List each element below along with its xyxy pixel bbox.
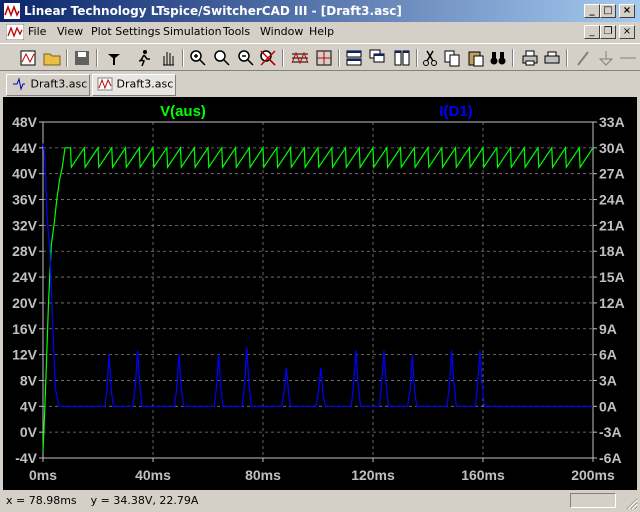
label-pen-icon[interactable] bbox=[574, 48, 594, 68]
tab-waveform[interactable]: Draft3.asc bbox=[92, 74, 176, 96]
mdi-close-button[interactable]: × bbox=[619, 25, 635, 39]
menu-simulation[interactable]: Simulation bbox=[163, 25, 222, 38]
close-button[interactable]: × bbox=[619, 4, 635, 18]
paste-icon[interactable] bbox=[466, 48, 486, 68]
open-folder-icon[interactable] bbox=[42, 48, 62, 68]
y-left-tick-label: 20V bbox=[12, 295, 38, 311]
x-tick-label: 200ms bbox=[571, 467, 615, 483]
print-icon[interactable] bbox=[520, 48, 540, 68]
legend-label: I(D1) bbox=[439, 103, 472, 120]
mdi-minimize-button[interactable]: _ bbox=[584, 25, 600, 39]
plot-frame bbox=[42, 121, 594, 459]
x-tick-label: 40ms bbox=[135, 467, 171, 483]
cut-icon[interactable] bbox=[420, 48, 440, 68]
document-tabs: Draft3.asc Draft3.asc bbox=[0, 72, 640, 96]
more-tools-icon[interactable] bbox=[618, 48, 638, 68]
toolbar bbox=[0, 43, 640, 71]
series-line-id1 bbox=[42, 143, 593, 407]
legend-label: V(aus) bbox=[160, 103, 206, 120]
title-bar: Linear Technology LTspice/SwitcherCAD II… bbox=[0, 0, 640, 22]
x-tick-label: 80ms bbox=[245, 467, 281, 483]
find-binoculars-icon[interactable] bbox=[488, 48, 508, 68]
menu-view[interactable]: View bbox=[57, 25, 83, 38]
cursor-readout: x = 78.98ms y = 34.38V, 22.79A bbox=[6, 494, 199, 507]
grid-icon[interactable] bbox=[314, 48, 334, 68]
menu-bar: File View Plot Settings Simulation Tools… bbox=[0, 22, 640, 42]
tab-waveform-label: Draft3.asc bbox=[116, 77, 174, 91]
zoom-out-icon[interactable] bbox=[236, 48, 256, 68]
y-left-tick-label: 8V bbox=[20, 372, 38, 388]
pan-hand-icon[interactable] bbox=[158, 48, 178, 68]
y-right-tick-label: 15A bbox=[599, 269, 625, 285]
save-icon[interactable] bbox=[72, 48, 92, 68]
y-right-tick-label: 21A bbox=[599, 217, 625, 233]
y-left-tick-label: 44V bbox=[12, 140, 38, 156]
x-tick-label: 0ms bbox=[29, 467, 57, 483]
ltspice-app-icon[interactable] bbox=[4, 3, 20, 19]
autorange-icon[interactable] bbox=[290, 48, 310, 68]
tab-schematic-label: Draft3.asc bbox=[30, 77, 88, 91]
tile-vertical-icon[interactable] bbox=[392, 48, 412, 68]
y-right-tick-label: 33A bbox=[599, 114, 625, 130]
y-right-tick-label: 27A bbox=[599, 166, 625, 182]
mdi-restore-button[interactable]: ❐ bbox=[600, 25, 616, 39]
y-right-tick-label: 3A bbox=[599, 372, 617, 388]
waveform-icon bbox=[97, 77, 113, 91]
zoom-in-icon[interactable] bbox=[188, 48, 208, 68]
waveform-plot[interactable]: 48V 44V 40V 36V 32V 28V 24V 20V 16V 12V 8V 4V 0V -4V 3… bbox=[3, 97, 637, 490]
y-right-tick-label: -3A bbox=[599, 424, 622, 440]
y-left-tick-label: 28V bbox=[12, 243, 38, 259]
x-tick-label: 120ms bbox=[351, 467, 395, 483]
menu-tools[interactable]: Tools bbox=[223, 25, 250, 38]
status-panel bbox=[570, 493, 616, 508]
y-left-tick-label: 24V bbox=[12, 269, 38, 285]
y-left-tick-label: -4V bbox=[15, 450, 37, 466]
y-right-tick-label: 6A bbox=[599, 347, 617, 363]
menu-window[interactable]: Window bbox=[260, 25, 303, 38]
maximize-button[interactable]: □ bbox=[600, 4, 616, 18]
schematic-icon bbox=[13, 77, 25, 91]
menu-file[interactable]: File bbox=[28, 25, 46, 38]
minimize-button[interactable]: _ bbox=[584, 4, 600, 18]
run-icon[interactable] bbox=[134, 48, 154, 68]
window-title: Linear Technology LTspice/SwitcherCAD II… bbox=[24, 4, 402, 18]
y-left-tick-label: 16V bbox=[12, 321, 38, 337]
y-right-tick-label: 24A bbox=[599, 192, 625, 208]
y-right-tick-label: 18A bbox=[599, 243, 625, 259]
y-right-tick-label: 0A bbox=[599, 398, 617, 414]
tab-schematic[interactable]: Draft3.asc bbox=[6, 74, 90, 96]
menu-plot-settings[interactable]: Plot Settings bbox=[91, 25, 160, 38]
y-left-tick-label: 12V bbox=[12, 347, 38, 363]
y-left-tick-label: 0V bbox=[20, 424, 38, 440]
waveform-icon[interactable] bbox=[6, 24, 24, 40]
status-bar: x = 78.98ms y = 34.38V, 22.79A bbox=[0, 490, 640, 512]
y-right-tick-label: 30A bbox=[599, 140, 625, 156]
control-panel-icon[interactable] bbox=[104, 48, 124, 68]
ground-icon[interactable] bbox=[596, 48, 616, 68]
zoom-cancel-icon[interactable] bbox=[258, 48, 278, 68]
menu-help[interactable]: Help bbox=[309, 25, 334, 38]
x-tick-label: 160ms bbox=[461, 467, 505, 483]
y-left-tick-label: 48V bbox=[12, 114, 38, 130]
y-right-tick-label: 12A bbox=[599, 295, 625, 311]
y-left-tick-label: 36V bbox=[12, 192, 38, 208]
y-left-tick-label: 4V bbox=[20, 398, 38, 414]
cascade-icon[interactable] bbox=[368, 48, 388, 68]
y-left-tick-label: 40V bbox=[12, 166, 38, 182]
y-right-tick-label: -6A bbox=[599, 450, 622, 466]
print-setup-icon[interactable] bbox=[542, 48, 562, 68]
tile-horizontal-icon[interactable] bbox=[344, 48, 364, 68]
zoom-area-icon[interactable] bbox=[212, 48, 232, 68]
y-left-tick-label: 32V bbox=[12, 217, 38, 233]
new-schematic-icon[interactable] bbox=[18, 48, 38, 68]
copy-icon[interactable] bbox=[442, 48, 462, 68]
waveform-chart[interactable]: 48V 44V 40V 36V 32V 28V 24V 20V 16V 12V 8V 4V 0V -4V 3… bbox=[3, 97, 637, 490]
y-right-tick-label: 9A bbox=[599, 321, 617, 337]
resize-grip-icon[interactable] bbox=[624, 496, 638, 510]
